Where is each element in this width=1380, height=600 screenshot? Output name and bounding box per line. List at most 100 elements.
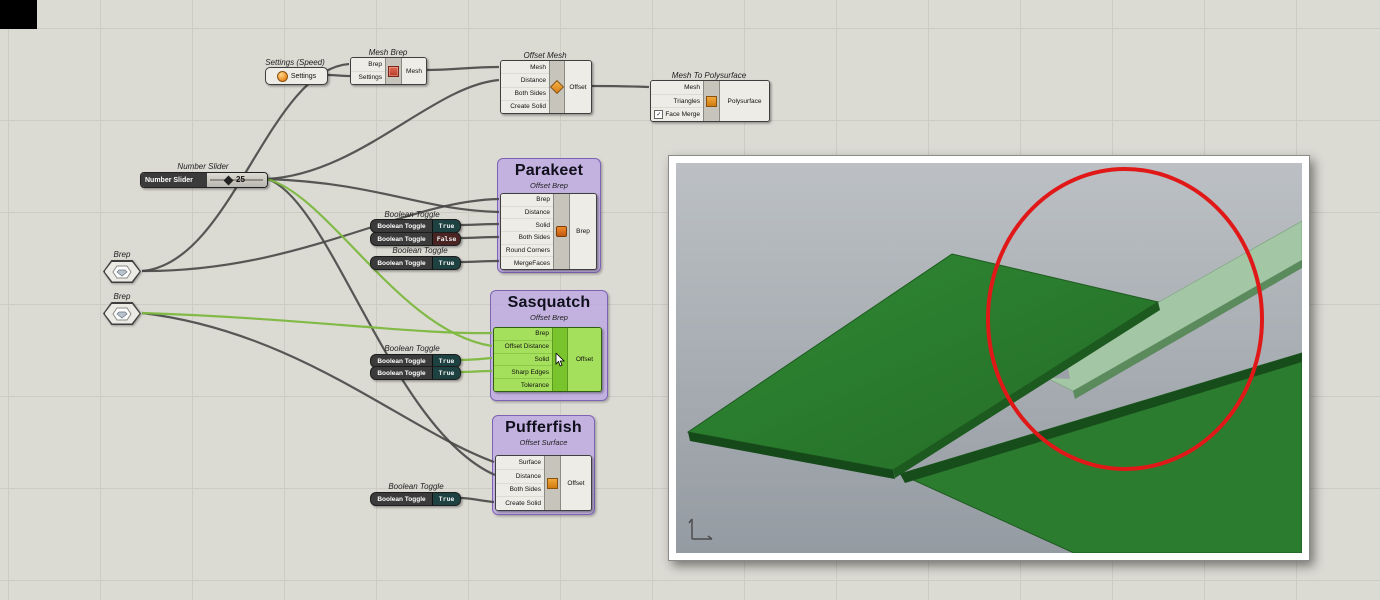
- wire-slider-parakeet: [266, 177, 500, 214]
- component-mesh-to-polysurface[interactable]: Mesh Triangles Face Merge Polysurface: [650, 80, 770, 122]
- rhino-viewport-image: [668, 155, 1310, 561]
- wire-brep1-meshbrep: [141, 62, 350, 273]
- toggle-name: Boolean Toggle: [377, 259, 426, 267]
- input-create-solid[interactable]: Create Solid: [501, 101, 549, 113]
- label-boolean-toggle-1: Boolean Toggle: [384, 210, 440, 219]
- number-slider-track[interactable]: 25: [207, 173, 267, 187]
- output-offset[interactable]: Offset: [569, 84, 586, 91]
- boolean-toggle-1[interactable]: Boolean Toggle True: [370, 219, 461, 233]
- input-surface[interactable]: Surface: [496, 456, 544, 470]
- wire-toggle2-parakeet: [459, 235, 500, 240]
- component-sasquatch-offset-brep[interactable]: Brep Offset Distance Solid Sharp Edges T…: [493, 327, 602, 392]
- settings-icon: [276, 70, 288, 82]
- grasshopper-canvas[interactable]: Parakeet Offset Brep Sasquatch Offset Br…: [0, 0, 1380, 600]
- offset-mesh-icon: [549, 79, 565, 95]
- face-merge-label: Face Merge: [665, 111, 700, 119]
- label-mesh-brep: Mesh Brep: [368, 48, 408, 57]
- label-brep-1: Brep: [113, 250, 131, 259]
- input-sharp-edges[interactable]: Sharp Edges: [494, 366, 552, 380]
- input-triangles[interactable]: Triangles: [651, 95, 703, 109]
- output-mesh[interactable]: Mesh: [406, 68, 422, 75]
- boolean-toggle-6[interactable]: Boolean Toggle True: [370, 492, 461, 506]
- polysurface-icon: [706, 95, 717, 107]
- group-subtitle-sasquatch: Offset Brep: [530, 313, 568, 322]
- input-brep[interactable]: Brep: [494, 328, 552, 341]
- slider-handle[interactable]: [223, 175, 234, 185]
- toggle-name: Boolean Toggle: [377, 369, 426, 377]
- settings-name: Settings: [290, 72, 317, 80]
- label-brep-2: Brep: [113, 292, 131, 301]
- toggle-name: Boolean Toggle: [377, 222, 426, 230]
- param-brep-1[interactable]: [103, 260, 141, 283]
- wire-meshbrep-offsetmesh: [425, 65, 500, 72]
- input-settings[interactable]: Settings: [351, 72, 385, 85]
- cursor-icon: [555, 352, 565, 367]
- output-offset[interactable]: Offset: [576, 356, 593, 363]
- label-boolean-toggle-3: Boolean Toggle: [384, 344, 440, 353]
- input-solid[interactable]: Solid: [494, 354, 552, 367]
- param-settings[interactable]: Settings: [265, 67, 328, 85]
- component-offset-mesh[interactable]: Mesh Distance Both Sides Create Solid Of…: [500, 60, 592, 114]
- component-parakeet-offset-brep[interactable]: Brep Distance Solid Both Sides Round Cor…: [500, 193, 597, 270]
- boolean-toggle-5[interactable]: Boolean Toggle True: [370, 366, 461, 380]
- input-create-solid[interactable]: Create Solid: [496, 497, 544, 510]
- wire-brep2-pufferfish: [141, 311, 495, 464]
- group-subtitle-pufferfish: Offset Surface: [519, 438, 568, 447]
- boolean-toggle-3[interactable]: Boolean Toggle True: [370, 256, 461, 270]
- label-mesh-to-polysurface: Mesh To Polysurface: [671, 71, 747, 80]
- input-distance[interactable]: Distance: [501, 74, 549, 88]
- input-round-corners[interactable]: Round Corners: [501, 245, 553, 258]
- param-brep-2[interactable]: [103, 302, 141, 325]
- group-title-pufferfish: Pufferfish: [505, 419, 582, 436]
- mesh-brep-icon: [388, 65, 399, 77]
- group-subtitle-parakeet: Offset Brep: [530, 181, 568, 190]
- wire-toggle4-sasquatch: [459, 356, 493, 362]
- input-face-merge[interactable]: Face Merge: [651, 108, 703, 121]
- input-distance[interactable]: Distance: [501, 207, 553, 220]
- wire-slider-offsetmesh: [266, 78, 500, 181]
- input-both-sides[interactable]: Both Sides: [501, 232, 553, 245]
- offset-brep-icon: [556, 226, 567, 237]
- label-offset-mesh: Offset Mesh: [523, 51, 567, 60]
- output-offset[interactable]: Offset: [567, 480, 584, 487]
- number-slider-name: Number Slider: [141, 173, 207, 187]
- input-solid[interactable]: Solid: [501, 219, 553, 233]
- canvas-corner-black: [0, 0, 37, 29]
- component-mesh-brep[interactable]: Brep Settings Mesh: [350, 57, 427, 85]
- group-title-parakeet: Parakeet: [514, 162, 584, 179]
- viewport-render: [676, 163, 1303, 554]
- output-polysurface[interactable]: Polysurface: [728, 98, 762, 105]
- wire-toggle6-pufferfish: [459, 496, 495, 504]
- input-mergefaces[interactable]: MergeFaces: [501, 257, 553, 269]
- toggle-name: Boolean Toggle: [377, 235, 426, 243]
- input-both-sides[interactable]: Both Sides: [496, 484, 544, 498]
- input-brep[interactable]: Brep: [351, 58, 385, 72]
- input-mesh[interactable]: Mesh: [651, 81, 703, 95]
- toggle-name: Boolean Toggle: [377, 495, 426, 503]
- checkbox-icon[interactable]: [654, 110, 664, 120]
- toggle-value[interactable]: True: [432, 220, 460, 232]
- wire-brep2-sasquatch: [141, 311, 493, 335]
- toggle-value[interactable]: True: [432, 367, 460, 379]
- boolean-toggle-2[interactable]: Boolean Toggle False: [370, 232, 461, 246]
- number-slider[interactable]: Number Slider 25: [140, 172, 268, 188]
- offset-surface-icon: [547, 477, 558, 489]
- input-tolerance[interactable]: Tolerance: [494, 379, 552, 391]
- input-mesh[interactable]: Mesh: [501, 61, 549, 75]
- output-brep[interactable]: Brep: [576, 228, 590, 235]
- component-pufferfish-offset-surface[interactable]: Surface Distance Both Sides Create Solid…: [495, 455, 592, 511]
- label-boolean-toggle-4: Boolean Toggle: [388, 482, 444, 491]
- toggle-value[interactable]: True: [432, 493, 460, 505]
- input-offset-distance[interactable]: Offset Distance: [494, 341, 552, 354]
- brep-icon: [112, 307, 132, 320]
- wire-settings-meshbrep: [326, 73, 351, 78]
- toggle-value[interactable]: True: [432, 257, 460, 269]
- input-both-sides[interactable]: Both Sides: [501, 88, 549, 101]
- label-number-slider: Number Slider: [177, 162, 229, 171]
- toggle-value[interactable]: False: [432, 233, 460, 245]
- slider-value: 25: [236, 174, 245, 184]
- label-boolean-toggle-2: Boolean Toggle: [392, 246, 448, 255]
- group-title-sasquatch: Sasquatch: [507, 294, 591, 311]
- input-distance[interactable]: Distance: [496, 470, 544, 484]
- input-brep[interactable]: Brep: [501, 194, 553, 207]
